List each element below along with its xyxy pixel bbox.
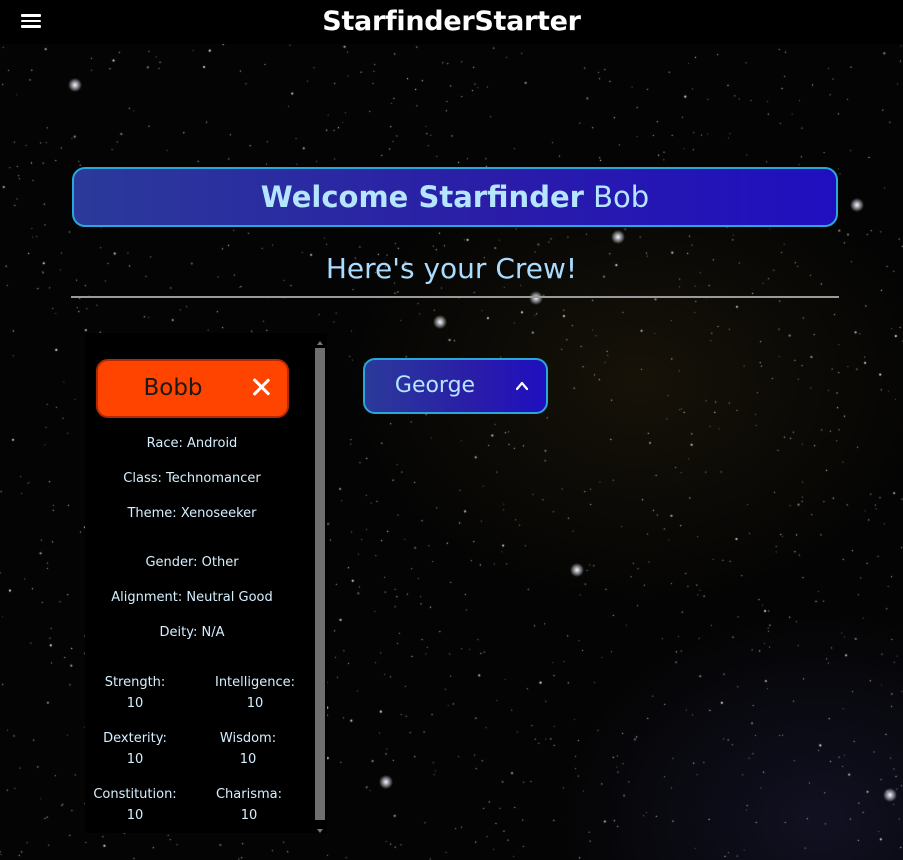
deity-info: Deity: N/A — [159, 625, 225, 640]
gender-info: Gender: Other — [145, 555, 239, 570]
close-icon[interactable] — [251, 377, 271, 397]
page: StarfinderStarter Welcome Starfinder Bob… — [0, 0, 903, 860]
stat-strength: Strength: 10 — [85, 672, 185, 714]
crew-name: George — [394, 373, 476, 398]
stat-label: Strength: — [104, 675, 166, 690]
stat-label: Dexterity: — [103, 731, 167, 746]
stat-value: 10 — [239, 752, 257, 767]
crew-card-bobb[interactable]: Bobb — [96, 359, 289, 418]
panel-scrollbar[interactable] — [314, 341, 326, 833]
alignment-info: Alignment: Neutral Good — [111, 590, 273, 605]
scrollbar-thumb[interactable] — [315, 348, 325, 820]
race-info: Race: Android — [146, 436, 238, 451]
divider — [71, 296, 839, 298]
top-app-bar: StarfinderStarter — [0, 0, 903, 44]
welcome-banner: Welcome Starfinder Bob — [72, 167, 838, 227]
stat-charisma: Charisma: 10 — [199, 784, 299, 826]
theme-info: Theme: Xenoseeker — [127, 506, 257, 521]
chevron-up-icon[interactable] — [516, 380, 528, 392]
stat-wisdom: Wisdom: 10 — [198, 728, 298, 770]
scroll-up-arrow-icon[interactable] — [317, 341, 323, 345]
crew-heading: Here's your Crew! — [325, 252, 578, 285]
welcome-prefix: Welcome Starfinder — [260, 180, 584, 214]
stat-value: 10 — [126, 752, 144, 767]
app-title: StarfinderStarter — [322, 6, 581, 37]
stat-label: Charisma: — [215, 787, 283, 802]
welcome-user-name: Bob — [593, 180, 650, 214]
stat-dexterity: Dexterity: 10 — [85, 728, 185, 770]
stat-intelligence: Intelligence: 10 — [205, 672, 305, 714]
stat-label: Wisdom: — [219, 731, 277, 746]
stat-value: 10 — [126, 808, 144, 823]
stat-value: 10 — [246, 696, 264, 711]
stat-value: 10 — [126, 696, 144, 711]
class-info: Class: Technomancer — [123, 471, 261, 486]
scroll-down-arrow-icon[interactable] — [317, 829, 323, 833]
crew-member-panel: Bobb Race: Android Class: Technomancer T… — [85, 333, 327, 833]
stat-value: 10 — [240, 808, 258, 823]
crew-name: Bobb — [143, 375, 203, 401]
stat-label: Intelligence: — [214, 675, 296, 690]
stat-constitution: Constitution: 10 — [85, 784, 185, 826]
crew-card-george[interactable]: George — [363, 358, 548, 414]
stat-label: Constitution: — [93, 787, 177, 802]
